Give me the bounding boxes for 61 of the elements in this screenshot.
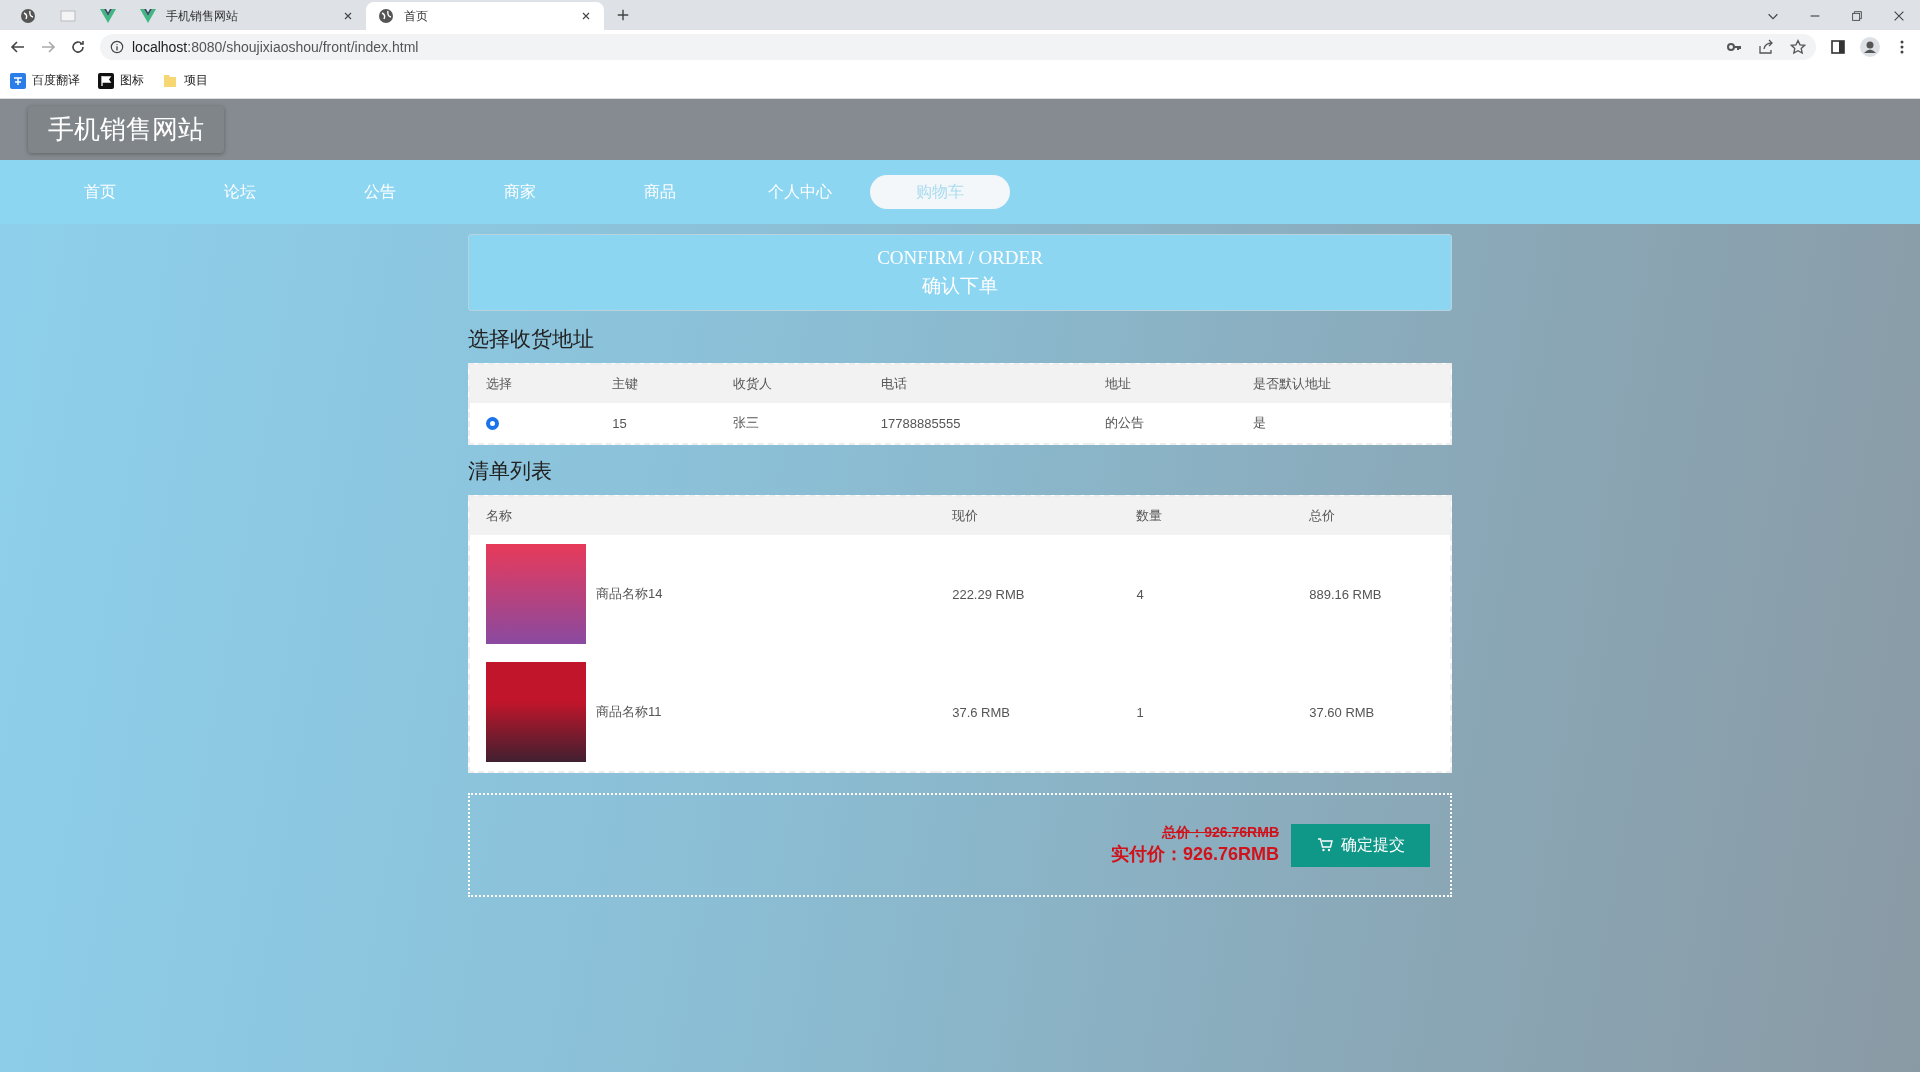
close-icon: [1892, 9, 1906, 23]
table-cell: 的公告: [1088, 403, 1237, 444]
back-icon: [10, 38, 26, 55]
flag-icon: [98, 72, 114, 89]
column-header: 主键: [596, 364, 717, 403]
table-cell: 是: [1236, 403, 1451, 444]
column-header: 是否默认地址: [1236, 364, 1451, 403]
column-header: 地址: [1088, 364, 1237, 403]
payable-total: 实付价：926.76RMB: [1110, 843, 1279, 866]
table-cell: 1: [1120, 653, 1294, 772]
column-header: 选择: [469, 364, 597, 403]
v-logo-icon: [100, 8, 116, 24]
cart-icon: [1316, 837, 1333, 853]
reload-icon: [70, 38, 86, 55]
bookmark-link[interactable]: 百度翻译: [32, 72, 80, 89]
table-cell: 17788885555: [864, 403, 1089, 444]
restore-icon: [1850, 9, 1864, 23]
table-cell: 15: [596, 403, 717, 444]
folder-icon: [162, 72, 178, 89]
original-total: 总价：926.76RMB: [1162, 824, 1279, 842]
table-cell: 张三: [716, 403, 865, 444]
globe-icon: [20, 8, 36, 24]
browser-tab[interactable]: 首页: [366, 2, 604, 30]
info-icon: [110, 39, 124, 54]
submit-button[interactable]: 确定提交: [1291, 823, 1430, 867]
column-header: 名称: [469, 496, 937, 535]
browser-tab[interactable]: 手机销售网站: [128, 2, 366, 30]
column-header: 收货人: [716, 364, 865, 403]
forward-icon: [40, 38, 56, 55]
section-heading: 清单列表: [468, 458, 553, 484]
column-header: 电话: [864, 364, 1089, 403]
table-cell: 889.16 RMB: [1293, 535, 1451, 653]
banner-subtitle: 确认下单: [922, 273, 998, 298]
profile-icon: [1860, 36, 1880, 57]
table-cell: 37.60 RMB: [1293, 653, 1451, 772]
column-header: 总价: [1293, 496, 1451, 535]
tab-title: 手机销售网站: [166, 7, 238, 25]
radio-button[interactable]: [486, 416, 499, 430]
url-text: localhost:8080/shoujixiaoshou/front/index.html: [132, 38, 419, 55]
table-cell: 4: [1120, 535, 1294, 653]
product-name: 商品名称11: [596, 703, 662, 721]
section-heading: 选择收货地址: [468, 326, 595, 352]
bookmark-link[interactable]: 图标: [120, 72, 144, 89]
product-name: 商品名称14: [596, 585, 663, 603]
side-panel-icon: [1830, 38, 1846, 55]
globe-icon: [378, 8, 394, 24]
address-bar[interactable]: localhost:8080/shoujixiaoshou/front/index.html: [100, 33, 1816, 60]
column-header: 数量: [1120, 496, 1294, 535]
table-cell: 37.6 RMB: [936, 653, 1121, 772]
column-header: 现价: [936, 496, 1121, 535]
translate-icon: [10, 72, 26, 89]
bookmark-link[interactable]: 项目: [184, 72, 208, 89]
table-cell: 222.29 RMB: [936, 535, 1121, 653]
star-icon: [1790, 38, 1806, 55]
tab-title: 首页: [404, 7, 428, 25]
page-icon: [60, 8, 76, 24]
share-icon: [1758, 38, 1774, 55]
v-logo-icon: [140, 8, 156, 24]
site-title: 手机销售网站: [28, 106, 224, 153]
plus-icon: [616, 8, 630, 22]
banner-title: CONFIRM / ORDER: [877, 246, 1043, 269]
